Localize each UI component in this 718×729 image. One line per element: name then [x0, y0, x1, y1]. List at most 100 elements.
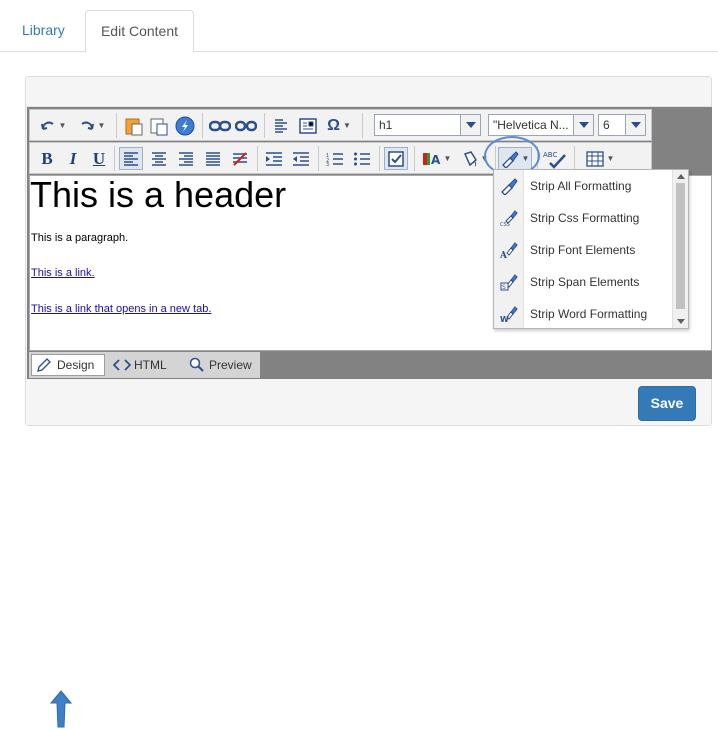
toolbar-separator [574, 146, 575, 171]
flash-icon [175, 116, 195, 135]
preview-mode-label: Preview [209, 358, 252, 372]
font-color-button[interactable]: A ▼ [419, 147, 455, 170]
strip-formatting-dropdown: Strip All Formatting CSS Strip Css Forma… [493, 169, 689, 329]
flash-button[interactable] [173, 114, 197, 137]
toolbar-separator [257, 146, 258, 171]
strip-word-icon: W [500, 306, 518, 323]
design-mode-tab[interactable]: Design [31, 354, 105, 376]
unordered-list-icon [354, 152, 370, 165]
tab-bar: Library Edit Content [0, 0, 718, 53]
unlink-button[interactable] [234, 114, 258, 137]
table-button[interactable]: ▼ [583, 147, 617, 170]
toolbar-separator [318, 146, 319, 171]
redo-icon [80, 121, 94, 130]
panel-heading [26, 77, 711, 107]
redo-button[interactable]: ▼ [75, 114, 109, 137]
size-select-value: 6 [603, 118, 610, 132]
toolbar-separator [362, 113, 363, 138]
link-button[interactable] [208, 114, 232, 137]
svg-text:ABC: ABC [543, 151, 557, 159]
table-icon [585, 150, 604, 167]
indent-icon [266, 151, 282, 166]
scroll-up-icon[interactable] [677, 174, 685, 179]
preview-mode-tab[interactable]: Preview [185, 354, 256, 376]
strikethrough-button[interactable] [228, 147, 252, 170]
scroll-down-icon[interactable] [677, 319, 685, 324]
toolbar-separator [379, 146, 380, 171]
toolbar-separator [264, 113, 265, 138]
highlight-icon [463, 150, 477, 166]
html-mode-tab[interactable]: HTML [109, 354, 171, 376]
content-link-new-tab[interactable]: This is a link that opens in a new tab. [31, 303, 211, 315]
format-select[interactable]: h1 [374, 114, 481, 136]
paste-icon [125, 118, 143, 135]
paste-button[interactable] [122, 114, 146, 137]
menu-item-strip-css[interactable]: CSS Strip Css Formatting [494, 202, 674, 234]
undo-button[interactable]: ▼ [36, 114, 70, 137]
panel-footer: Save [26, 379, 711, 728]
undo-icon [40, 121, 54, 130]
strip-font-icon: A [500, 242, 518, 259]
toolbar-separator [202, 113, 203, 138]
unordered-list-button[interactable] [350, 147, 374, 170]
spellcheck-icon: ABC [543, 151, 566, 169]
scroll-thumb[interactable] [676, 183, 685, 309]
dropdown-scrollbar[interactable] [672, 170, 688, 328]
font-select-arrow[interactable] [573, 115, 593, 135]
align-left-icon [124, 151, 138, 166]
spellcheck-button[interactable]: ABC [542, 147, 568, 170]
toolbar-separator [116, 113, 117, 138]
menu-item-strip-word[interactable]: W Strip Word Formatting [494, 298, 674, 330]
content-link[interactable]: This is a link. [31, 267, 95, 279]
svg-text:CSS: CSS [500, 222, 510, 227]
outdent-button[interactable] [289, 147, 313, 170]
unlink-icon [235, 120, 257, 131]
align-left-button[interactable] [119, 147, 143, 170]
template-icon [299, 117, 317, 134]
menu-item-label: Strip Font Elements [530, 243, 636, 257]
align-center-button[interactable] [147, 147, 171, 170]
align-right-button[interactable] [174, 147, 198, 170]
special-character-button[interactable]: Ω ▼ [324, 114, 354, 137]
tab-edit-content[interactable]: Edit Content [85, 10, 194, 53]
save-button[interactable]: Save [638, 386, 696, 421]
menu-item-strip-font[interactable]: A Strip Font Elements [494, 234, 674, 266]
mode-bar: Design HTML Preview [29, 352, 260, 378]
html-mode-label: HTML [134, 358, 167, 372]
code-icon [113, 359, 131, 371]
menu-item-strip-all[interactable]: Strip All Formatting [494, 170, 674, 202]
ordered-list-button[interactable]: 123 [323, 147, 347, 170]
svg-text:A: A [500, 251, 508, 259]
align-right-icon [179, 151, 193, 166]
template-button[interactable] [296, 114, 320, 137]
svg-text:3: 3 [326, 162, 329, 166]
paragraph-button[interactable] [270, 114, 292, 137]
paste-text-button[interactable] [147, 114, 171, 137]
font-select[interactable]: "Helvetica N... [488, 114, 594, 136]
strikethrough-icon [233, 151, 247, 166]
format-stripper-toggle[interactable] [384, 147, 408, 170]
bold-icon: B [41, 148, 53, 168]
toolbar-separator [414, 146, 415, 171]
menu-item-strip-span[interactable]: S Strip Span Elements [494, 266, 674, 298]
format-select-arrow[interactable] [460, 115, 480, 135]
format-select-value: h1 [379, 118, 393, 132]
italic-button[interactable]: I [64, 147, 82, 170]
underline-button[interactable]: U [90, 147, 108, 170]
svg-text:W: W [500, 315, 509, 323]
paste-text-icon [150, 118, 168, 135]
indent-button[interactable] [262, 147, 286, 170]
paragraph-icon [275, 118, 287, 133]
tab-library[interactable]: Library [6, 10, 81, 52]
bold-button[interactable]: B [38, 147, 56, 170]
toolbar-separator [114, 146, 115, 171]
size-select-arrow[interactable] [625, 115, 645, 135]
pencil-icon [37, 358, 51, 372]
justify-icon [206, 151, 220, 166]
strip-css-icon: CSS [500, 210, 518, 227]
strip-all-icon [501, 178, 518, 195]
justify-button[interactable] [201, 147, 225, 170]
size-select[interactable]: 6 [598, 114, 646, 136]
outdent-icon [293, 151, 309, 166]
menu-item-label: Strip Css Formatting [530, 211, 640, 225]
